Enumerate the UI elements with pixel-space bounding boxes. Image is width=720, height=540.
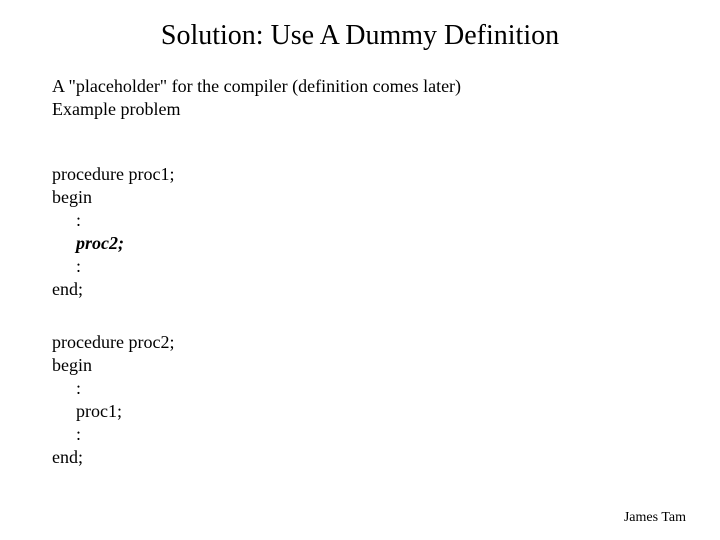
proc2-dots-2: : (52, 423, 652, 446)
proc2-call-proc1: proc1; (52, 400, 652, 423)
proc1-begin: begin (52, 186, 652, 209)
spacer (52, 301, 652, 331)
proc2-end: end; (52, 446, 652, 469)
spacer (52, 121, 652, 163)
proc1-header: procedure proc1; (52, 163, 652, 186)
proc2-dots-1: : (52, 377, 652, 400)
slide-title: Solution: Use A Dummy Definition (0, 20, 720, 52)
footer-author: James Tam (624, 510, 686, 526)
slide: Solution: Use A Dummy Definition A "plac… (0, 0, 720, 540)
proc1-call-proc2: proc2; (52, 232, 652, 255)
proc1-end: end; (52, 278, 652, 301)
proc1-dots-2: : (52, 255, 652, 278)
slide-body: A "placeholder" for the compiler (defini… (52, 75, 652, 469)
intro-line-1: A "placeholder" for the compiler (defini… (52, 75, 652, 98)
proc2-header: procedure proc2; (52, 331, 652, 354)
proc1-dots-1: : (52, 209, 652, 232)
proc2-begin: begin (52, 354, 652, 377)
intro-line-2: Example problem (52, 98, 652, 121)
